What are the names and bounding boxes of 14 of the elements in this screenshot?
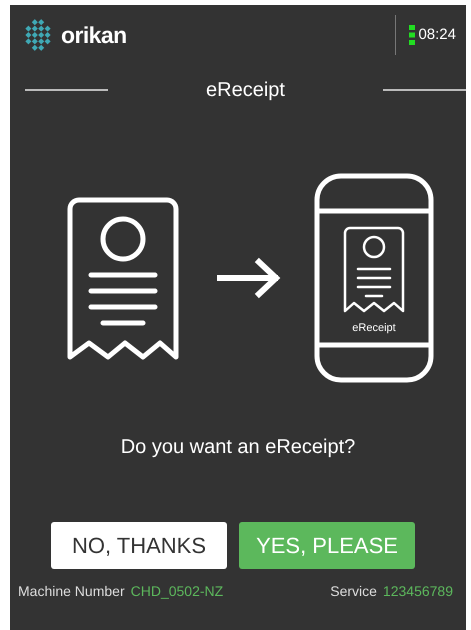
phone-icon <box>314 173 434 383</box>
screen-title: eReceipt <box>205 78 286 103</box>
info-value: CHD_0502-NZ <box>130 582 224 601</box>
arrow-icon <box>217 257 281 299</box>
info-label: Machine Number <box>18 582 125 601</box>
info-value: 123456789 <box>382 582 453 601</box>
brand-name: orikan <box>61 24 127 46</box>
info-label: Service <box>330 582 377 601</box>
question-text: Do you want an eReceipt? <box>120 435 356 460</box>
clock-time: 08:24 <box>418 24 456 45</box>
logo-icon <box>25 19 51 51</box>
decline-button[interactable]: NO, THANKS <box>51 522 227 569</box>
signal-icon <box>409 25 416 45</box>
phone-label: eReceipt <box>351 323 397 334</box>
